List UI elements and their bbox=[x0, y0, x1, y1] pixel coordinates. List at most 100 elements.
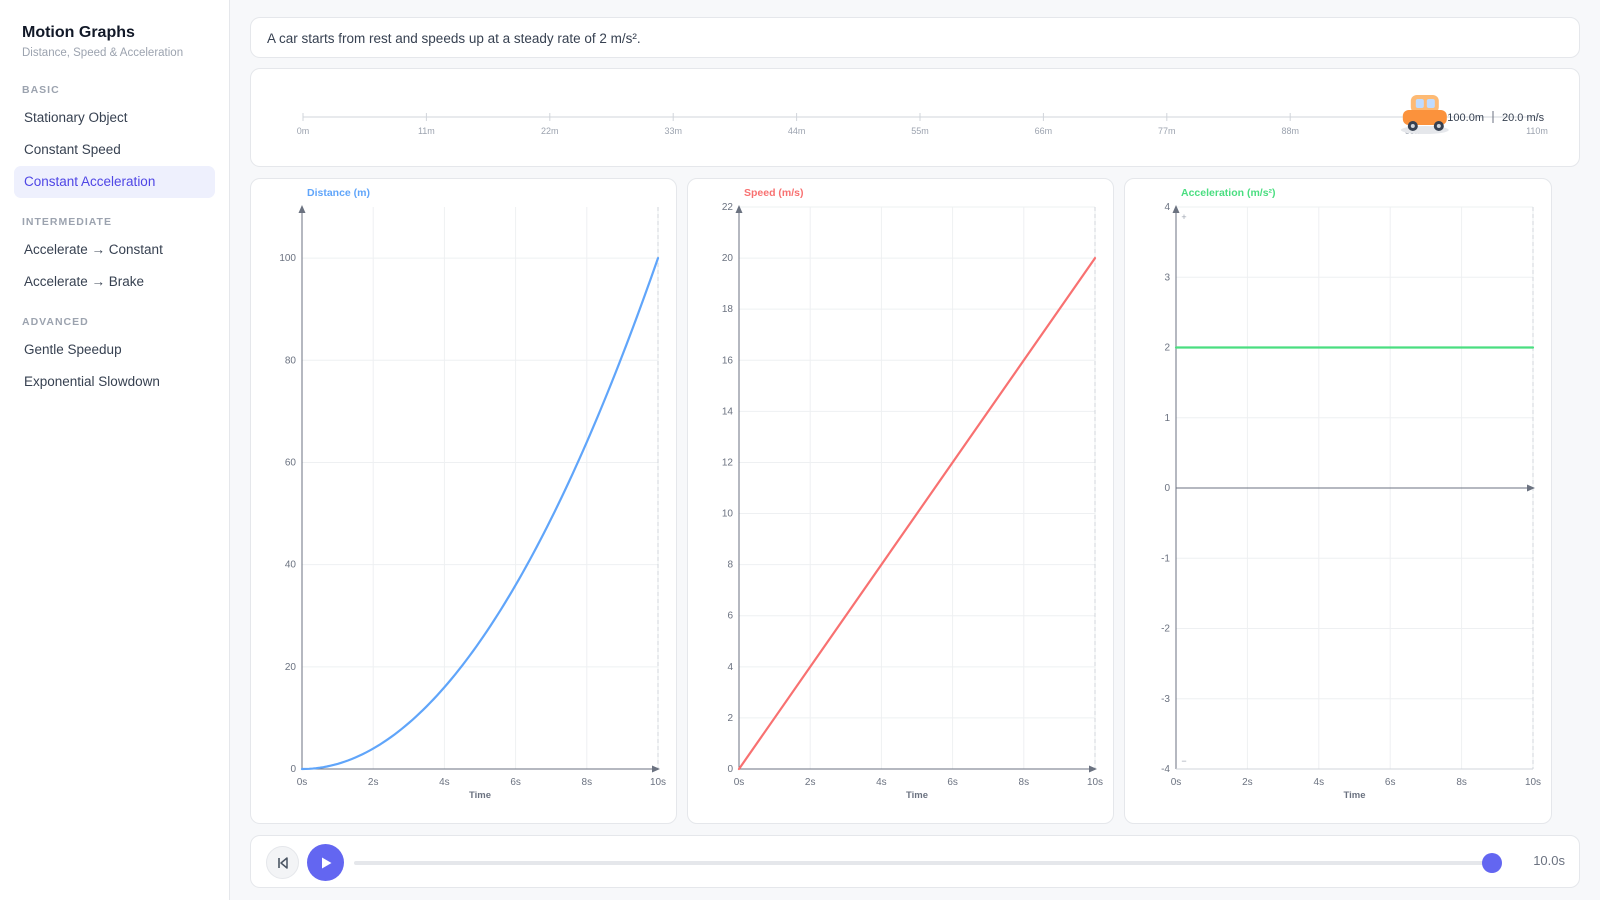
y-tick-label: 18 bbox=[722, 304, 734, 315]
x-axis-label: Time bbox=[1343, 790, 1365, 801]
x-tick-label: 4s bbox=[876, 777, 887, 788]
track-svg: 0m11m22m33m44m55m66m77m88m99m110m100.0m2… bbox=[297, 95, 1548, 136]
x-tick-label: 4s bbox=[1314, 777, 1325, 788]
x-axis-arrow bbox=[1527, 484, 1535, 492]
speed-readout: 20.0 m/s bbox=[1502, 112, 1545, 124]
nav-item[interactable]: Accelerate → Constant bbox=[14, 234, 215, 266]
y-tick-label: -3 bbox=[1161, 694, 1170, 705]
reset-button[interactable] bbox=[266, 846, 299, 879]
x-tick-label: 8s bbox=[1019, 777, 1030, 788]
acceleration-title: Acceleration (m/s²) bbox=[1181, 187, 1276, 199]
y-tick-label: 1 bbox=[1164, 413, 1170, 424]
x-tick-label: 8s bbox=[582, 777, 593, 788]
y-tick-label: 16 bbox=[722, 355, 734, 366]
x-tick-label: 10s bbox=[650, 777, 666, 788]
y-tick-label: -2 bbox=[1161, 624, 1170, 635]
scenario-description: A car starts from rest and speeds up at … bbox=[250, 17, 1580, 58]
y-tick-label: 20 bbox=[722, 253, 734, 264]
x-axis-arrow bbox=[652, 765, 660, 773]
y-tick-label: 10 bbox=[722, 509, 734, 520]
distance-series-line bbox=[300, 256, 660, 771]
y-tick-label: 8 bbox=[727, 560, 733, 571]
y-axis-arrow bbox=[735, 205, 743, 213]
y-tick-label: 60 bbox=[285, 457, 297, 468]
car-window bbox=[1426, 99, 1435, 108]
track-tick-label: 44m bbox=[788, 126, 806, 136]
track-tick-label: 0m bbox=[297, 126, 310, 136]
skip-back-icon bbox=[277, 856, 288, 869]
timeline-slider-thumb[interactable] bbox=[1482, 853, 1502, 873]
x-tick-label: 6s bbox=[947, 777, 958, 788]
y-tick-label: 100 bbox=[279, 253, 296, 264]
y-tick-label: 12 bbox=[722, 457, 734, 468]
y-tick-label: 14 bbox=[722, 406, 734, 417]
y-tick-label: 20 bbox=[285, 662, 297, 673]
y-tick-label: 0 bbox=[290, 764, 296, 775]
nav-item[interactable]: Exponential Slowdown bbox=[14, 366, 215, 398]
app-subtitle: Distance, Speed & Acceleration bbox=[22, 47, 184, 59]
timeline-slider[interactable] bbox=[354, 853, 1502, 873]
x-tick-label: 0s bbox=[1171, 777, 1182, 788]
y-tick-label: 4 bbox=[727, 662, 733, 673]
car-hub bbox=[1410, 124, 1415, 128]
track-tick-label: 33m bbox=[664, 126, 682, 136]
distance-title: Distance (m) bbox=[307, 187, 370, 199]
play-button[interactable] bbox=[307, 844, 344, 881]
x-tick-label: 2s bbox=[1242, 777, 1253, 788]
negative-marker: − bbox=[1181, 756, 1186, 766]
time-readout: 10.0s bbox=[1533, 853, 1565, 868]
app-title: Motion Graphs bbox=[22, 24, 135, 41]
nav-section-label: BASIC bbox=[22, 84, 60, 96]
x-tick-label: 2s bbox=[368, 777, 379, 788]
y-tick-label: 22 bbox=[722, 202, 734, 213]
y-tick-label: 0 bbox=[727, 764, 733, 775]
track-tick-label: 66m bbox=[1035, 126, 1053, 136]
main-area: A car starts from rest and speeds up at … bbox=[230, 0, 1600, 900]
y-tick-label: 2 bbox=[1164, 343, 1170, 354]
y-axis-arrow bbox=[1172, 205, 1180, 213]
y-tick-label: 3 bbox=[1164, 272, 1170, 283]
positive-marker: + bbox=[1181, 212, 1186, 222]
y-tick-label: 80 bbox=[285, 355, 297, 366]
nav-item[interactable]: Stationary Object bbox=[14, 102, 215, 134]
motion-track: 0m11m22m33m44m55m66m77m88m99m110m100.0m2… bbox=[250, 68, 1580, 167]
y-tick-label: 40 bbox=[285, 560, 297, 571]
x-tick-label: 8s bbox=[1456, 777, 1467, 788]
y-tick-label: 2 bbox=[727, 713, 733, 724]
x-tick-label: 6s bbox=[510, 777, 521, 788]
nav-item[interactable]: Gentle Speedup bbox=[14, 334, 215, 366]
scenario-nav: BASIC Stationary Object Constant Speed Cons… bbox=[14, 84, 215, 398]
nav-item[interactable]: Constant Acceleration bbox=[14, 166, 215, 198]
play-icon bbox=[321, 857, 331, 868]
nav-item[interactable]: Accelerate → Brake bbox=[14, 266, 215, 298]
acceleration-graph: Acceleration (m/s²) -4 -3 -2 -1 0 1 2 3 4 0s 2s 4s 6s… bbox=[1161, 187, 1541, 801]
track-tick-label: 55m bbox=[911, 126, 929, 136]
distance-readout: 100.0m bbox=[1447, 112, 1484, 124]
nav-section-label: INTERMEDIATE bbox=[22, 216, 112, 228]
y-tick-label: -4 bbox=[1161, 764, 1170, 775]
speed-graph-card: Speed (m/s) 0 2 4 6 8 10 12 14 16 18 20 22 0s 2s 4s 6s 8s… bbox=[687, 178, 1114, 824]
track-tick-label: 22m bbox=[541, 126, 559, 136]
track-tick-label: 11m bbox=[418, 126, 435, 136]
x-tick-label: 10s bbox=[1087, 777, 1103, 788]
sidebar: Motion Graphs Distance, Speed & Accelera… bbox=[0, 0, 230, 900]
x-axis-label: Time bbox=[469, 790, 491, 801]
speed-title: Speed (m/s) bbox=[744, 187, 804, 199]
acceleration-graph-card: Acceleration (m/s²) -4 -3 -2 -1 0 1 2 3 4 0s 2s 4s 6s… bbox=[1124, 178, 1552, 824]
track-tick-label: 110m bbox=[1526, 126, 1548, 136]
x-tick-label: 10s bbox=[1525, 777, 1541, 788]
y-tick-label: 0 bbox=[1164, 483, 1170, 494]
car-hub bbox=[1436, 124, 1441, 128]
playback-bar: 10.0s bbox=[250, 835, 1580, 888]
nav-section-label: ADVANCED bbox=[22, 316, 89, 328]
x-axis-label: Time bbox=[906, 790, 928, 801]
x-axis-arrow bbox=[1089, 765, 1097, 773]
y-axis-arrow bbox=[298, 205, 306, 213]
car-window bbox=[1415, 99, 1424, 108]
x-tick-label: 0s bbox=[297, 777, 308, 788]
nav-item[interactable]: Constant Speed bbox=[14, 134, 215, 166]
track-tick-label: 77m bbox=[1158, 126, 1176, 136]
y-tick-label: 6 bbox=[727, 611, 733, 622]
distance-graph: Distance (m) 0 20 40 60 80 100 0s 2s 4s 6s 8s 10s Tim… bbox=[279, 187, 666, 801]
distance-graph-card: Distance (m) 0 20 40 60 80 100 0s 2s 4s 6s 8s 10s Tim… bbox=[250, 178, 677, 824]
